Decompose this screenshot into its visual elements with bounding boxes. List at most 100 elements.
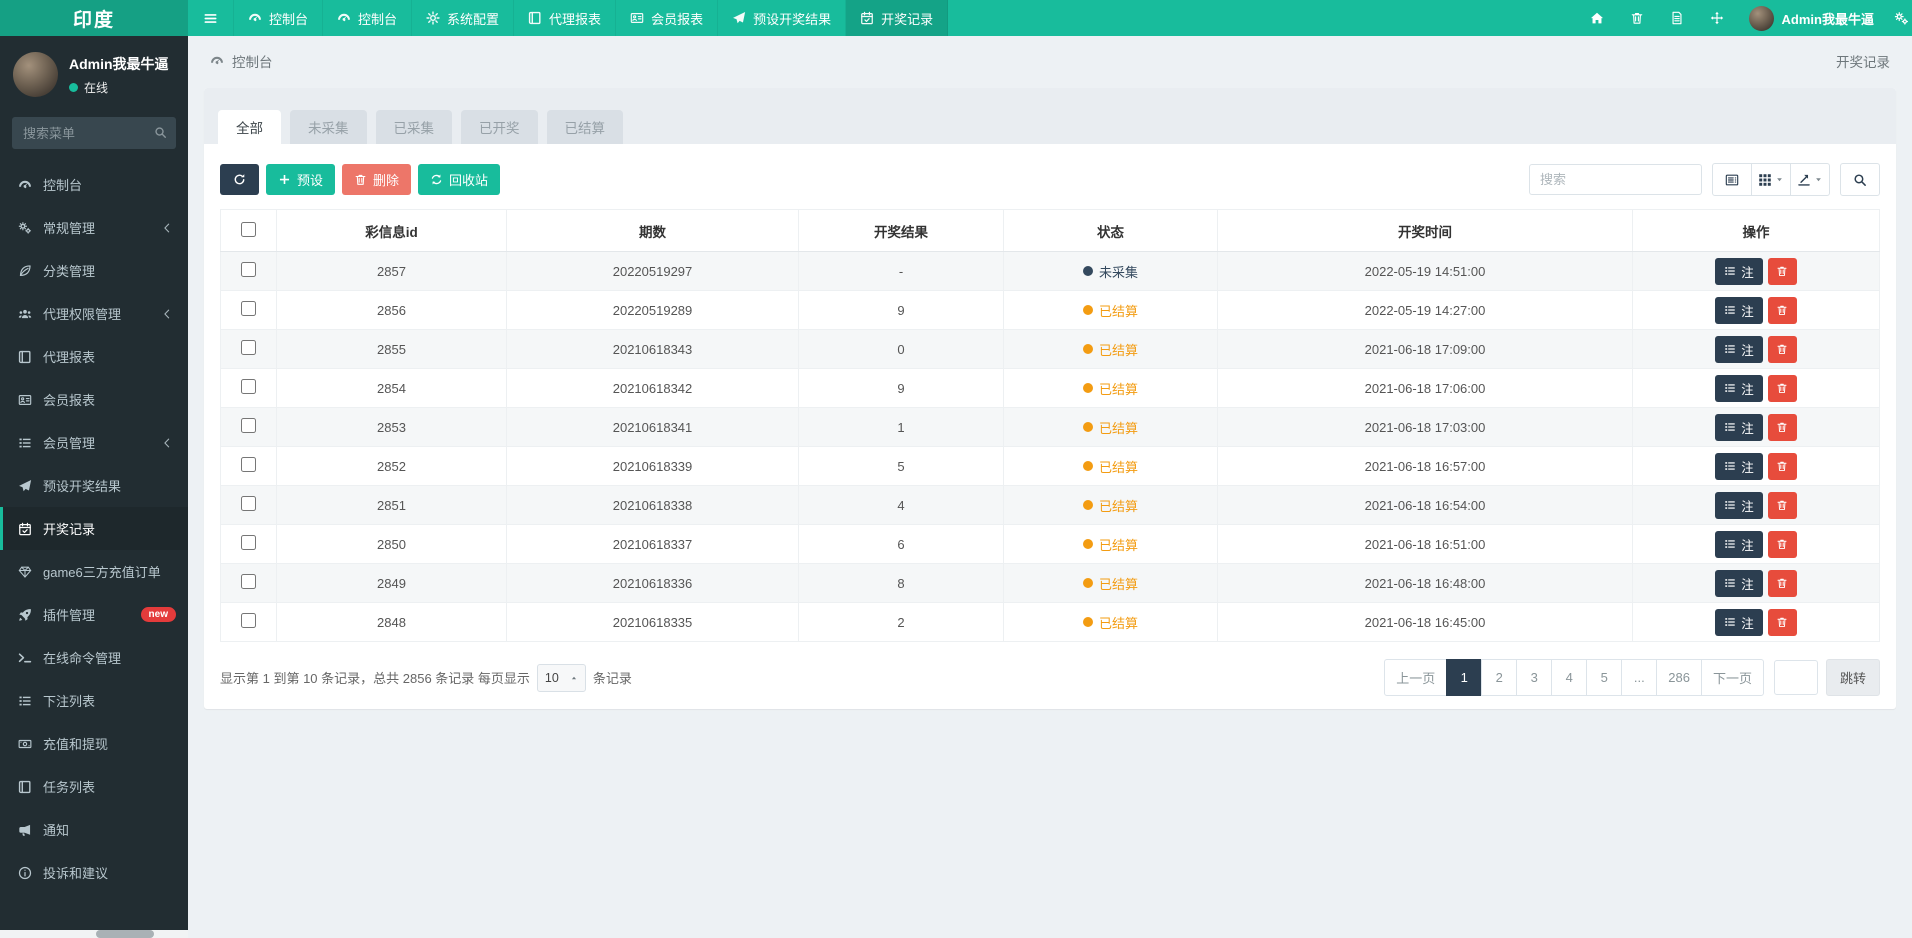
tachometer-icon <box>210 54 224 68</box>
sidebar-item-plugin-management[interactable]: 插件管理 new <box>0 593 188 636</box>
tab-1[interactable]: 未采集 <box>290 110 367 144</box>
row-checkbox[interactable] <box>241 574 256 589</box>
trash-button[interactable] <box>1617 0 1657 36</box>
preset-button[interactable]: 预设 <box>266 164 336 195</box>
jump-button[interactable]: 跳转 <box>1825 659 1880 696</box>
nav-item-system-config[interactable]: 系统配置 <box>412 0 515 36</box>
row-checkbox[interactable] <box>241 496 256 511</box>
clear-cache-button[interactable] <box>1657 0 1697 36</box>
delete-row-button[interactable] <box>1767 257 1797 285</box>
delete-row-button[interactable] <box>1767 608 1797 636</box>
settings-cogs-button[interactable] <box>1884 11 1912 26</box>
delete-row-button[interactable] <box>1767 374 1797 402</box>
user-menu[interactable]: Admin我最牛逼 <box>1737 5 1884 31</box>
delete-row-button[interactable] <box>1767 413 1797 441</box>
sidebar-item-notice[interactable]: 通知 <box>0 808 188 851</box>
tab-4[interactable]: 已结算 <box>546 110 623 144</box>
delete-row-button[interactable] <box>1767 569 1797 597</box>
note-button[interactable]: 注 <box>1715 530 1763 558</box>
list-icon <box>1724 577 1736 589</box>
nav-item-member-report[interactable]: 会员报表 <box>616 0 719 36</box>
note-button[interactable]: 注 <box>1715 296 1763 324</box>
status-label: 已结算 <box>1098 420 1138 436</box>
row-checkbox[interactable] <box>241 340 256 355</box>
row-checkbox[interactable] <box>241 418 256 433</box>
page-button-1[interactable]: 1 <box>1446 659 1483 696</box>
sidebar-search-input[interactable] <box>12 117 176 149</box>
sidebar-item-complaints-suggestions[interactable]: 投诉和建议 <box>0 851 188 894</box>
columns-button[interactable] <box>1751 163 1791 196</box>
jump-page-input[interactable] <box>1773 660 1818 695</box>
sidebar-item-lottery-records[interactable]: 开奖记录 <box>0 507 188 550</box>
row-checkbox[interactable] <box>241 613 256 628</box>
sidebar-item-member-report[interactable]: 会员报表 <box>0 378 188 421</box>
page-button-5[interactable]: 5 <box>1586 659 1623 696</box>
row-checkbox[interactable] <box>241 535 256 550</box>
page-button-3[interactable]: 3 <box>1516 659 1553 696</box>
sidebar-toggle-button[interactable] <box>188 0 234 36</box>
sidebar-item-preset-lottery-results[interactable]: 预设开奖结果 <box>0 464 188 507</box>
sidebar-item-game6-recharge-orders[interactable]: game6三方充值订单 <box>0 550 188 593</box>
delete-button[interactable]: 删除 <box>342 164 412 195</box>
sidebar-item-category-management[interactable]: 分类管理 <box>0 249 188 292</box>
row-checkbox[interactable] <box>241 262 256 277</box>
sidebar-item-member-management[interactable]: 会员管理 <box>0 421 188 464</box>
sidebar-item-online-command[interactable]: 在线命令管理 <box>0 636 188 679</box>
sidebar-item-general-management[interactable]: 常规管理 <box>0 206 188 249</box>
tab-0[interactable]: 全部 <box>218 110 281 144</box>
nav-item-dashboard-1[interactable]: 控制台 <box>234 0 324 36</box>
export-button[interactable] <box>1790 163 1830 196</box>
sidebar-item-label: 代理权限管理 <box>43 307 122 322</box>
delete-row-button[interactable] <box>1767 530 1797 558</box>
sidebar-item-recharge-withdraw[interactable]: 充值和提现 <box>0 722 188 765</box>
refresh-button[interactable] <box>220 164 259 195</box>
note-button[interactable]: 注 <box>1715 335 1763 363</box>
nav-item-dashboard-2[interactable]: 控制台 <box>323 0 413 36</box>
cell-result: 9 <box>798 290 1004 330</box>
note-button[interactable]: 注 <box>1715 452 1763 480</box>
tab-3[interactable]: 已开奖 <box>461 110 538 144</box>
cell-id: 2857 <box>276 251 507 291</box>
note-button[interactable]: 注 <box>1715 374 1763 402</box>
tab-2[interactable]: 已采集 <box>375 110 452 144</box>
page-list: 上一页 1 2 3 4 5... 286 下一页 <box>1384 659 1764 696</box>
sidebar-item-bet-list[interactable]: 下注列表 <box>0 679 188 722</box>
delete-row-button[interactable] <box>1767 335 1797 363</box>
delete-row-button[interactable] <box>1767 296 1797 324</box>
sidebar-item-agent-report[interactable]: 代理报表 <box>0 335 188 378</box>
sidebar-item-task-list[interactable]: 任务列表 <box>0 765 188 808</box>
nav-item-agent-report[interactable]: 代理报表 <box>514 0 617 36</box>
search-toggle-button[interactable] <box>1840 163 1880 196</box>
row-checkbox[interactable] <box>241 379 256 394</box>
page-button-2[interactable]: 2 <box>1481 659 1518 696</box>
recycle-bin-button[interactable]: 回收站 <box>418 164 501 195</box>
note-button[interactable]: 注 <box>1715 257 1763 285</box>
table-search-input[interactable] <box>1529 164 1702 195</box>
nav-item-preset-lottery-results[interactable]: 预设开奖结果 <box>718 0 847 36</box>
note-button[interactable]: 注 <box>1715 569 1763 597</box>
detail-view-button[interactable] <box>1712 163 1752 196</box>
scrollbar-thumb[interactable] <box>96 930 154 938</box>
delete-row-button[interactable] <box>1767 491 1797 519</box>
page-next-button[interactable]: 下一页 <box>1700 659 1764 696</box>
sidebar-item-dashboard[interactable]: 控制台 <box>0 163 188 206</box>
fullscreen-button[interactable] <box>1697 0 1737 36</box>
page-ellipsis[interactable]: ... <box>1621 659 1658 696</box>
note-button[interactable]: 注 <box>1715 413 1763 441</box>
page-size-select[interactable]: 10 <box>536 663 586 692</box>
note-button[interactable]: 注 <box>1715 491 1763 519</box>
home-button[interactable] <box>1577 0 1617 36</box>
page-button-286[interactable]: 286 <box>1656 659 1702 696</box>
select-all-checkbox[interactable] <box>241 221 256 237</box>
page-prev-button[interactable]: 上一页 <box>1384 659 1448 696</box>
cell-period: 20210618343 <box>506 329 799 369</box>
page-button-4[interactable]: 4 <box>1551 659 1588 696</box>
delete-row-button[interactable] <box>1767 452 1797 480</box>
card-header: 全部 未采集 已采集 已开奖 已结算 <box>204 88 1896 144</box>
note-button[interactable]: 注 <box>1715 608 1763 636</box>
sidebar-item-agent-permission[interactable]: 代理权限管理 <box>0 292 188 335</box>
row-checkbox[interactable] <box>241 457 256 472</box>
nav-item-lottery-records[interactable]: 开奖记录 <box>846 0 949 36</box>
row-checkbox[interactable] <box>241 301 256 316</box>
sidebar-horizontal-scrollbar[interactable] <box>0 930 188 938</box>
